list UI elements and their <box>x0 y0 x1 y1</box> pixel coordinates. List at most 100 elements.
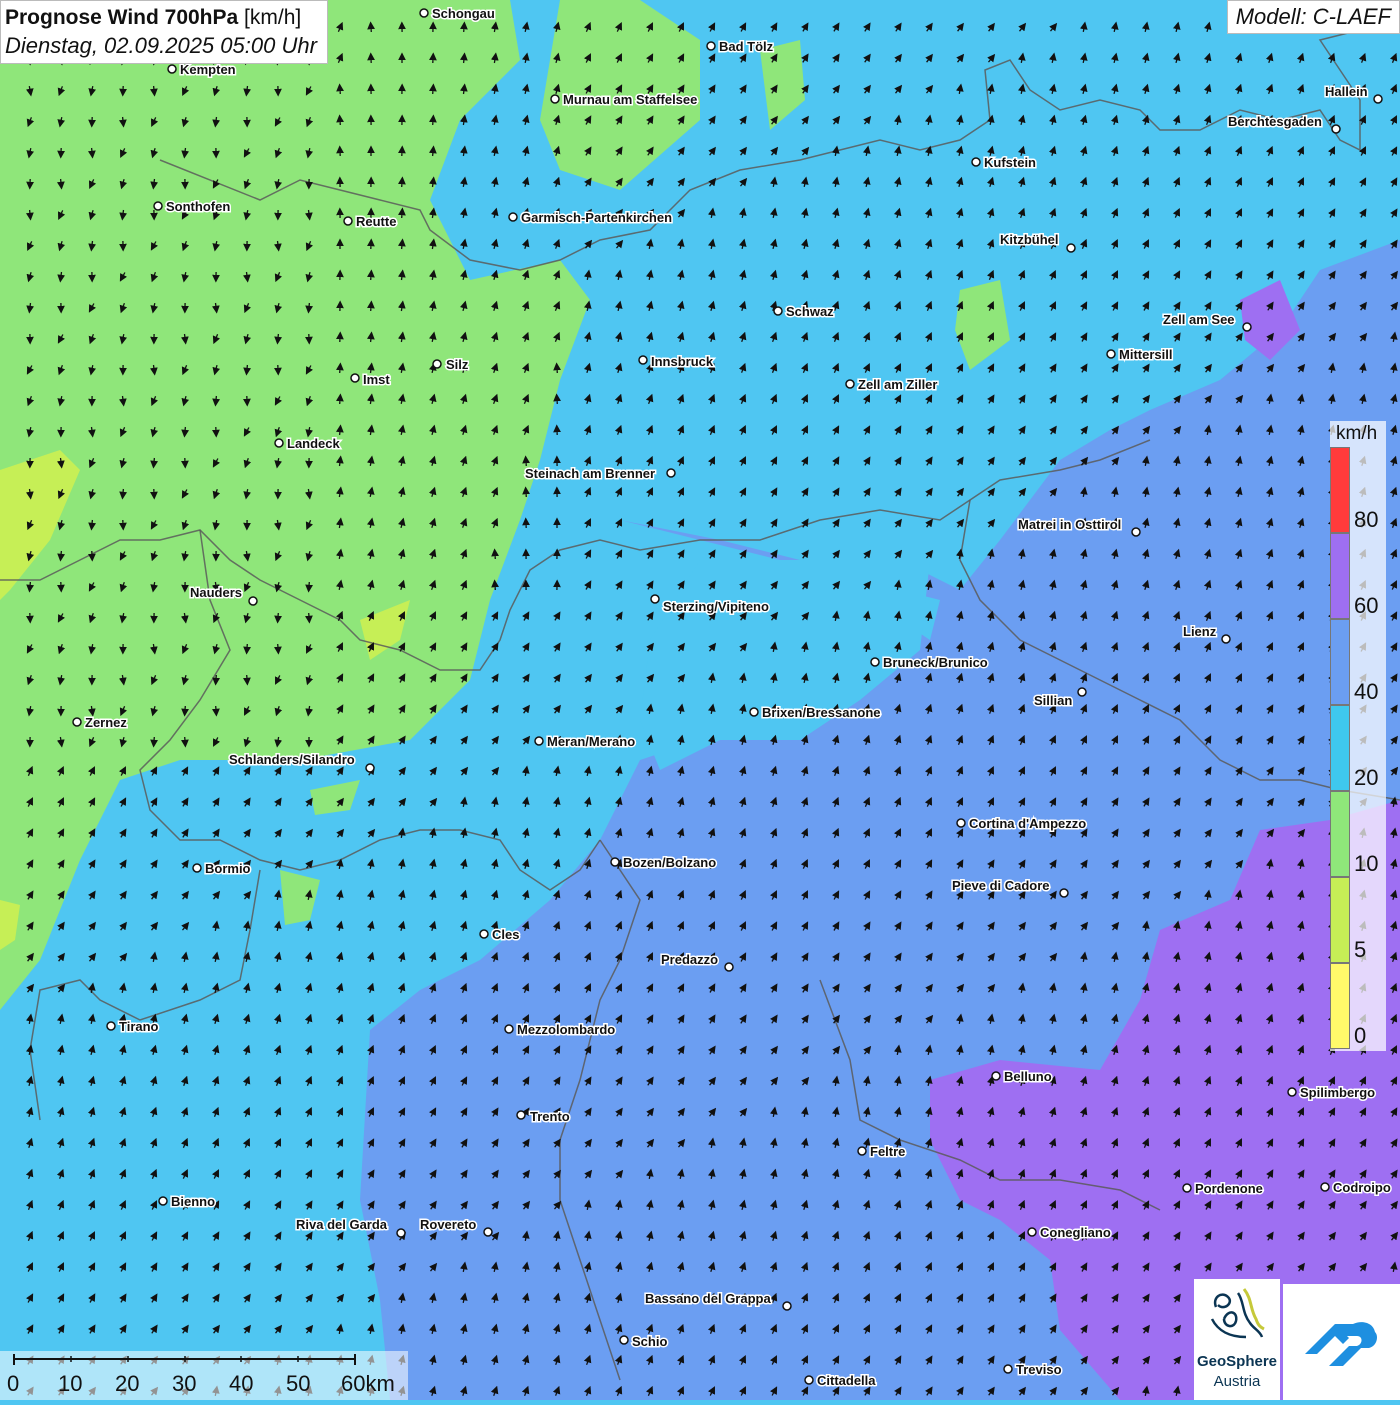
wind-arrow <box>216 675 217 683</box>
city-label-cortina: Cortina d'Ampezzo <box>969 816 1086 831</box>
city-label-riva-del-garda: Riva del Garda <box>296 1217 388 1232</box>
cloud-arrow-icon <box>1283 1284 1400 1400</box>
wind-arrow <box>557 396 558 404</box>
legend-band-5 <box>1330 877 1350 963</box>
city-label-hallein: Hallein <box>1325 84 1368 99</box>
city-marker-innsbruck: Innsbruck <box>639 354 714 369</box>
city-label-lienz: Lienz <box>1183 624 1217 639</box>
city-label-silz: Silz <box>446 357 469 372</box>
wind-arrow <box>92 520 93 528</box>
legend-tick: 20 <box>1354 765 1378 791</box>
scale-label: 40 <box>229 1371 253 1397</box>
city-label-spilimbergo: Spilimbergo <box>1300 1085 1375 1100</box>
geosphere-name: GeoSphere <box>1194 1353 1280 1370</box>
wind-arrow <box>123 489 124 497</box>
legend-unit: km/h <box>1336 423 1377 445</box>
city-marker-garmisch: Garmisch-Partenkirchen <box>509 210 672 225</box>
wind-arrow <box>247 675 248 683</box>
map-title-main: Prognose Wind 700hPa <box>5 6 238 29</box>
city-label-sillian: Sillian <box>1034 693 1072 708</box>
city-label-matrei: Matrei in Osttirol <box>1018 517 1121 532</box>
model-label: Modell: C-LAEF <box>1227 0 1400 34</box>
city-label-sterzing: Sterzing/Vipiteno <box>663 599 769 614</box>
city-marker-mezzolombardo: Mezzolombardo <box>505 1022 615 1037</box>
city-label-zell-am-ziller: Zell am Ziller <box>858 377 937 392</box>
scale-label: 0 <box>7 1371 19 1397</box>
wind-arrow <box>30 582 31 590</box>
city-label-reutte: Reutte <box>356 214 396 229</box>
geosphere-logo[interactable]: GeoSphere Austria <box>1194 1279 1280 1400</box>
city-label-imst: Imst <box>363 372 390 387</box>
city-marker-murnau: Murnau am Staffelsee <box>551 92 697 107</box>
legend-band-60 <box>1330 533 1350 619</box>
legend-tick: 10 <box>1354 851 1378 877</box>
city-label-kufstein: Kufstein <box>984 155 1036 170</box>
wind-arrow <box>402 210 403 218</box>
wind-arrow <box>216 706 217 714</box>
city-label-tirano: Tirano <box>119 1019 159 1034</box>
wind-arrow <box>92 148 93 156</box>
city-label-bruneck: Bruneck/Brunico <box>883 655 988 670</box>
geosphere-emblem-icon <box>1194 1279 1280 1349</box>
scale-bar: 0 10 20 30 40 50 60km <box>0 1351 408 1400</box>
city-label-conegliano: Conegliano <box>1040 1225 1111 1240</box>
city-marker-sonthofen: Sonthofen <box>154 199 230 214</box>
legend-tick: 0 <box>1354 1023 1366 1049</box>
legend-band-80 <box>1330 447 1350 533</box>
city-label-innsbruck: Innsbruck <box>651 354 714 369</box>
city-label-murnau: Murnau am Staffelsee <box>563 92 697 107</box>
city-label-rovereto: Rovereto <box>420 1217 476 1232</box>
city-label-bozen: Bozen/Bolzano <box>623 855 716 870</box>
wind-arrow <box>371 303 372 311</box>
wind-arrow <box>526 489 527 497</box>
city-label-berchtesgaden: Berchtesgaden <box>1228 114 1322 129</box>
wind-arrow <box>371 272 372 280</box>
city-label-zernez: Zernez <box>85 715 127 730</box>
wind-arrow <box>402 241 403 249</box>
legend-band-10 <box>1330 791 1350 877</box>
wind-arrow <box>464 24 465 32</box>
city-label-cittadella: Cittadella <box>817 1373 876 1388</box>
city-marker-steinach: Steinach am Brenner <box>525 466 675 481</box>
city-label-nauders: Nauders <box>190 585 242 600</box>
wind-arrow <box>340 117 341 125</box>
map-title-unit: [km/h] <box>244 6 301 29</box>
city-label-schwaz: Schwaz <box>786 304 834 319</box>
scale-label: 20 <box>115 1371 139 1397</box>
city-label-bassano: Bassano del Grappa <box>645 1291 771 1306</box>
wind-arrow <box>185 427 186 435</box>
city-label-bienno: Bienno <box>171 1194 215 1209</box>
wind-arrow <box>30 210 31 218</box>
wind-arrow <box>278 644 279 652</box>
wind-arrow <box>526 458 527 466</box>
wind-arrow <box>278 334 279 342</box>
wind-arrow <box>309 582 310 590</box>
wind-map: Schongau Bad Tölz Kempten Murnau am Staf… <box>0 0 1400 1400</box>
wind-arrow <box>61 179 62 187</box>
wind-arrow <box>464 55 465 63</box>
map-title: Prognose Wind 700hPa [km/h] <box>5 4 317 32</box>
city-label-kempten: Kempten <box>180 62 236 77</box>
city-marker-conegliano: Conegliano <box>1028 1225 1111 1240</box>
wind-arrow <box>402 179 403 187</box>
city-marker-meran: Meran/Merano <box>535 734 635 749</box>
wind-arrow <box>371 24 372 32</box>
city-label-garmisch: Garmisch-Partenkirchen <box>521 210 672 225</box>
city-label-schio: Schio <box>632 1334 667 1349</box>
wind-arrow <box>340 365 341 373</box>
scale-label: 10 <box>58 1371 82 1397</box>
city-label-bad-toelz: Bad Tölz <box>719 39 774 54</box>
legend-tick: 60 <box>1354 593 1378 619</box>
wind-arrow <box>185 737 186 745</box>
city-label-bormio: Bormio <box>205 861 251 876</box>
city-marker-pordenone: Pordenone <box>1183 1181 1263 1196</box>
wind-arrow <box>433 148 434 156</box>
wind-arrow <box>278 613 279 621</box>
city-label-belluno: Belluno <box>1004 1069 1052 1084</box>
geosphere-country: Austria <box>1194 1373 1280 1390</box>
city-label-pieve-di-cadore: Pieve di Cadore <box>952 878 1050 893</box>
scale-label: 50 <box>286 1371 310 1397</box>
city-label-feltre: Feltre <box>870 1144 905 1159</box>
app-logo[interactable] <box>1283 1284 1400 1400</box>
city-label-landeck: Landeck <box>287 436 341 451</box>
